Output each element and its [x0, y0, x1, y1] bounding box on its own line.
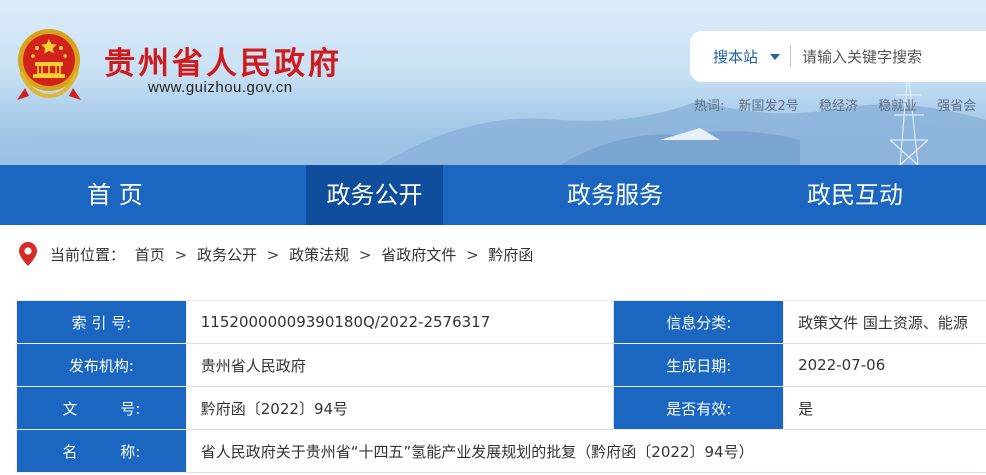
category-label: 信息分类:: [613, 300, 785, 344]
main-nav: 首 页 政务公开 政务服务 政民互动: [0, 165, 986, 225]
breadcrumb-separator: >: [266, 246, 280, 264]
publisher-value: 贵州省人民政府: [185, 343, 615, 387]
hot-words-label: 热词:: [694, 99, 725, 114]
validity-value: 是: [783, 386, 986, 430]
table-row: 名 称: 省人民政府关于贵州省“十四五”氢能产业发展规划的批复（黔府函〔2022…: [16, 429, 986, 473]
hot-word-link[interactable]: 强省会: [937, 99, 976, 114]
date-value: 2022-07-06: [783, 343, 986, 387]
category-value: 政策文件 国土资源、能源: [783, 300, 986, 344]
search-input[interactable]: [802, 43, 986, 70]
breadcrumb-item-provincial-documents[interactable]: 省政府文件: [381, 246, 456, 264]
hot-word-link[interactable]: 稳经济: [819, 99, 858, 114]
nav-item-government-services[interactable]: 政务服务: [540, 165, 690, 225]
hot-words: 热词: 新国发2号 稳经济 稳就业 强省会: [694, 95, 986, 114]
table-row: 索 引 号: 11520000009390180Q/2022-2576317 信…: [16, 300, 986, 344]
chevron-down-icon[interactable]: [770, 54, 780, 60]
nav-item-home[interactable]: 首 页: [40, 165, 190, 225]
national-emblem-logo: [17, 29, 81, 100]
site-header: 贵州省人民政府 www.guizhou.gov.cn 搜本站 热词: 新国发2号…: [0, 0, 986, 165]
search-scope-select[interactable]: 搜本站: [713, 46, 758, 67]
site-title[interactable]: 贵州省人民政府: [104, 38, 342, 83]
search-bar: 搜本站: [690, 31, 986, 82]
date-label: 生成日期:: [613, 343, 785, 387]
breadcrumb-separator: >: [358, 246, 372, 264]
site-url[interactable]: www.guizhou.gov.cn: [148, 79, 293, 96]
document-number-label: 文 号:: [16, 386, 187, 430]
location-pin-icon: [19, 242, 37, 266]
hot-word-link[interactable]: 新国发2号: [739, 99, 799, 114]
breadcrumb-separator: >: [466, 246, 479, 264]
validity-label: 是否有效:: [613, 386, 785, 430]
document-title-label: 名 称:: [16, 429, 187, 473]
search-divider: [790, 45, 791, 67]
breadcrumb-item-policies[interactable]: 政策法规: [289, 246, 349, 264]
publisher-label: 发布机构:: [16, 343, 187, 387]
breadcrumb-item-home[interactable]: 首页: [135, 246, 165, 264]
breadcrumb-item-qianfuhan[interactable]: 黔府函: [488, 246, 533, 264]
index-number-value: 11520000009390180Q/2022-2576317: [185, 300, 615, 344]
table-row: 发布机构: 贵州省人民政府 生成日期: 2022-07-06: [16, 343, 986, 387]
breadcrumb-item-government-affairs[interactable]: 政务公开: [197, 246, 257, 264]
nav-item-government-affairs[interactable]: 政务公开: [306, 165, 443, 225]
index-number-label: 索 引 号:: [16, 300, 187, 344]
document-title-value: 省人民政府关于贵州省“十四五”氢能产业发展规划的批复（黔府函〔2022〕94号）: [185, 429, 986, 473]
nav-item-public-interaction[interactable]: 政民互动: [780, 165, 930, 225]
document-number-value: 黔府函〔2022〕94号: [185, 386, 615, 430]
breadcrumb-separator: >: [174, 246, 188, 264]
breadcrumb-label: 当前位置：: [50, 246, 126, 264]
table-row: 文 号: 黔府函〔2022〕94号 是否有效: 是: [16, 386, 986, 430]
document-info-table: 索 引 号: 11520000009390180Q/2022-2576317 信…: [16, 300, 986, 473]
hot-word-link[interactable]: 稳就业: [878, 99, 917, 114]
breadcrumb: 当前位置： 首页 > 政务公开 > 政策法规 > 省政府文件 > 黔府函: [0, 225, 986, 283]
